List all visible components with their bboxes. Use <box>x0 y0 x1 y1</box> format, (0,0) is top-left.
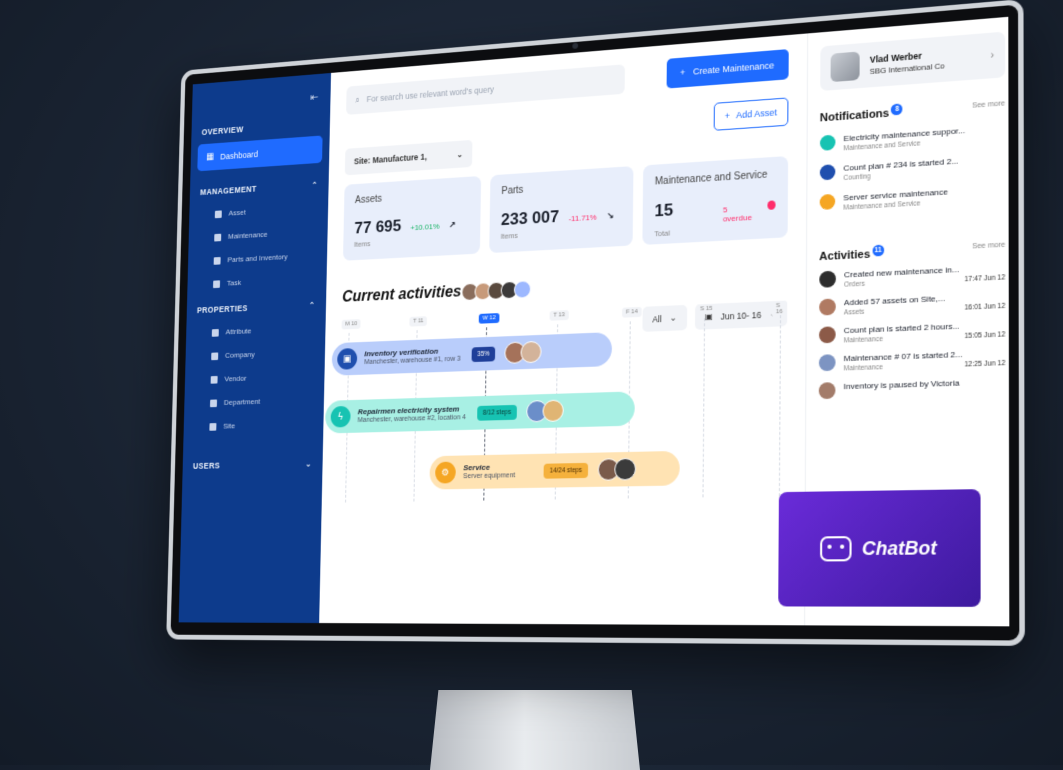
dashboard-icon: ▦ <box>206 151 215 163</box>
chevron-right-icon: › <box>990 49 995 62</box>
parts-delta: -11.71% <box>568 212 597 224</box>
app-screen: ⇤ OVERVIEW ▦ Dashboard MANAGEMENT ⌃ Asset… <box>178 16 1010 627</box>
main-content: ⌕ For search use relevant word's query +… <box>319 33 808 626</box>
maintenance-card[interactable]: Maintenance and Service 15 5 overdue Tota… <box>642 156 788 245</box>
chevron-up-icon: ⌃ <box>311 179 319 190</box>
gear-icon: ⚙ <box>435 461 456 484</box>
chatbot-button[interactable]: ChatBot <box>778 489 981 607</box>
notification-item[interactable]: Server service maintenance Maintenance an… <box>819 183 1005 212</box>
monitor-stand <box>430 690 640 770</box>
trend-down-icon: ↘ <box>606 210 614 222</box>
activities-count: 11 <box>872 244 884 257</box>
task-bar-electricity[interactable]: ϟ Repairmen electricity system Mancheste… <box>325 391 635 434</box>
day-label: T 11 <box>409 316 428 327</box>
avatar <box>614 457 636 481</box>
site-select[interactable]: Site: Manufacture 1, ⌄ <box>344 139 473 176</box>
search-icon: ⌕ <box>355 94 360 105</box>
plus-icon: + <box>679 67 686 78</box>
alert-icon <box>767 200 776 210</box>
company-icon <box>211 351 219 360</box>
day-label: F 14 <box>622 306 642 318</box>
sidebar-item-site[interactable]: Site <box>183 411 323 439</box>
search-input[interactable]: ⌕ For search use relevant word's query <box>346 64 625 115</box>
site-icon <box>209 422 217 431</box>
day-label: T 13 <box>549 310 569 321</box>
progress-badge: 14/24 steps <box>543 462 589 479</box>
maintenance-value: 15 <box>654 200 674 221</box>
task-bar-inventory[interactable]: ▣ Inventory verification Manchester, war… <box>331 332 613 376</box>
notifications-count: 8 <box>891 103 903 116</box>
collapse-sidebar-icon[interactable]: ⇤ <box>310 91 318 104</box>
notification-item[interactable]: Electricity maintenance suppor... Mainten… <box>819 123 1005 154</box>
avatar <box>818 326 836 344</box>
add-asset-button[interactable]: + Add Asset <box>713 97 789 131</box>
day-label: S 15 <box>696 303 717 315</box>
chevron-down-icon: ⌄ <box>305 458 312 469</box>
assets-card[interactable]: Assets 77 695 +10.01% ↗ Items <box>342 175 482 261</box>
department-icon <box>209 399 218 407</box>
chevron-up-icon: ⌃ <box>308 300 316 310</box>
activity-item[interactable]: Created new maintenance in... Orders 17:47… <box>819 263 1005 290</box>
progress-badge: 35% <box>471 346 496 362</box>
chevron-down-icon: ⌄ <box>456 148 464 159</box>
sidebar: ⇤ OVERVIEW ▦ Dashboard MANAGEMENT ⌃ Asset… <box>178 72 332 624</box>
assets-delta: +10.01% <box>410 221 440 233</box>
overdue-count: 5 overdue <box>722 205 753 224</box>
attribute-icon <box>211 328 219 337</box>
asset-icon <box>214 209 222 218</box>
trend-up-icon: ↗ <box>448 220 456 231</box>
gear-icon <box>819 193 836 210</box>
activity-item[interactable]: Maintenance # 07 is started 2... Maintena… <box>818 349 1005 374</box>
maintenance-icon <box>214 233 222 242</box>
right-panel: Vlad Werber SBG International Co › Notif… <box>778 16 1010 627</box>
vendor-icon <box>210 375 218 384</box>
notifications-see-more-link[interactable]: See more <box>972 100 1005 110</box>
monitor: ⇤ OVERVIEW ▦ Dashboard MANAGEMENT ⌃ Asset… <box>166 0 1025 646</box>
avatar <box>542 399 564 422</box>
activity-item[interactable]: Count plan is started 2 hours... Maintena… <box>818 320 1005 346</box>
avatar <box>520 340 542 364</box>
counting-icon <box>819 163 836 181</box>
parts-icon <box>213 256 221 265</box>
parts-card[interactable]: Parts 233 007 -11.71% ↘ Items <box>489 166 634 254</box>
notifications-header: Notifications 8 See more <box>819 100 1006 125</box>
grid-line <box>778 315 782 497</box>
avatar <box>830 51 860 83</box>
avatar <box>818 298 836 316</box>
avatar <box>819 270 836 289</box>
activity-item[interactable]: Inventory is paused by Victoria <box>818 377 1006 400</box>
robot-icon <box>819 536 852 562</box>
activities-see-more-link[interactable]: See more <box>972 242 1005 251</box>
grid-line <box>702 318 706 498</box>
parts-value: 233 007 <box>500 207 560 230</box>
task-icon <box>213 279 221 288</box>
stats-row: Assets 77 695 +10.01% ↗ Items Parts 233 00… <box>342 156 788 261</box>
notification-item[interactable]: Count plan # 234 is started 2... Counting <box>819 153 1006 183</box>
add-member-icon[interactable] <box>513 280 531 299</box>
current-activities-title: Current activities <box>342 283 462 306</box>
activity-timeline: M 10 T 11 W 12 T 13 F 14 S 15 S 16 ▣ Inv… <box>325 300 788 503</box>
activities-header: Current activities <box>342 268 787 307</box>
task-bar-service[interactable]: ⚙ Service Server equipment 14/24 steps <box>429 450 680 490</box>
activities-panel-header: Activities 11 See more <box>819 242 1006 263</box>
team-avatars[interactable] <box>461 280 531 302</box>
box-icon: ▣ <box>337 347 358 370</box>
day-label: M 10 <box>341 319 361 330</box>
avatar <box>818 354 836 372</box>
progress-badge: 8/12 steps <box>477 404 517 421</box>
avatar <box>818 382 836 400</box>
lightning-icon <box>819 134 836 151</box>
section-users[interactable]: USERS ⌄ <box>182 449 322 478</box>
day-label-today: W 12 <box>478 313 500 324</box>
assets-value: 77 695 <box>354 216 402 238</box>
create-maintenance-button[interactable]: + Create Maintenance <box>666 49 789 89</box>
lightning-icon: ϟ <box>330 405 351 428</box>
plus-icon: + <box>724 110 731 122</box>
activity-item[interactable]: Added 57 assets on Site,... Assets 16:01 J… <box>818 291 1005 318</box>
user-profile[interactable]: Vlad Werber SBG International Co › <box>820 31 1005 92</box>
